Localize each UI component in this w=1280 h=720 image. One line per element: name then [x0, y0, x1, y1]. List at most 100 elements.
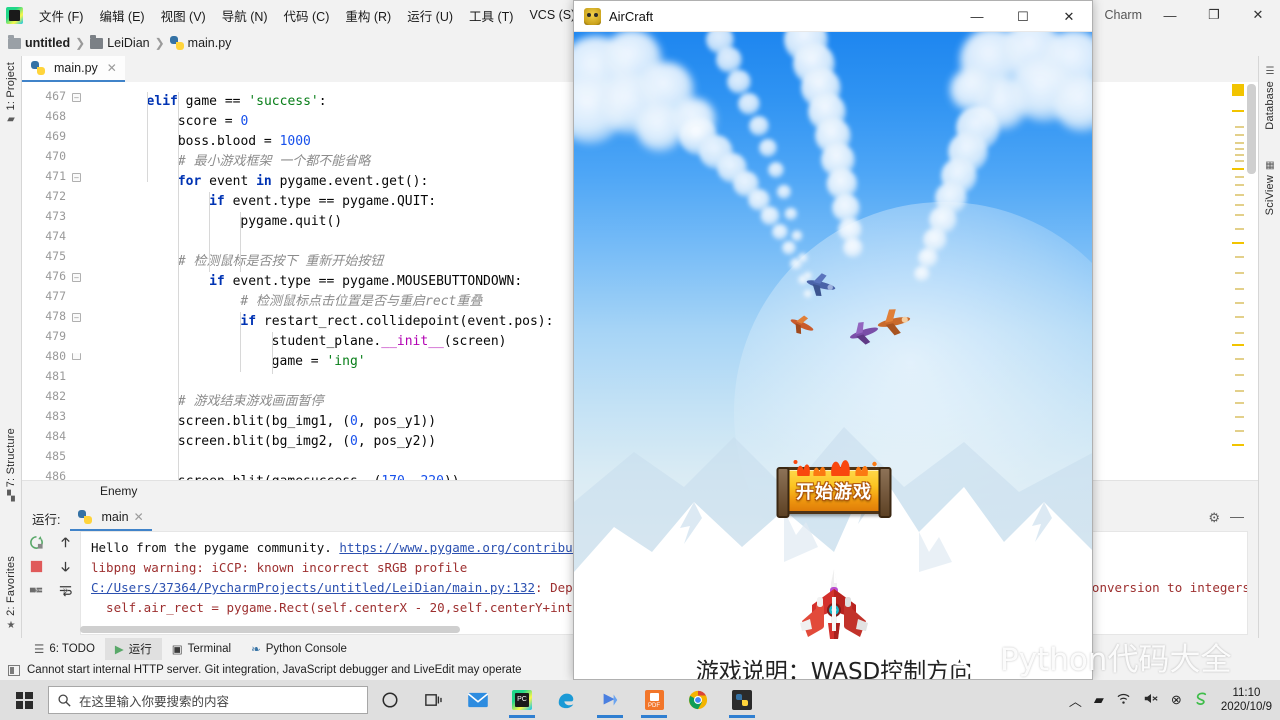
ide-window-controls: Charm — ❐ ✕	[1104, 0, 1280, 30]
search-input[interactable]: 在这里输入你要搜索的内容	[48, 686, 368, 714]
up-arrow-icon[interactable]	[58, 535, 73, 550]
run-tab-close-icon[interactable]: ✕	[134, 510, 144, 524]
run-toolbar-more-icon[interactable]: »	[34, 585, 40, 596]
code-line[interactable]: screen.blit(bg_img1, (0, pos_y1))	[84, 412, 436, 432]
task-view-icon[interactable]	[412, 680, 456, 720]
menu-code[interactable]: 代码 (C)	[276, 4, 338, 27]
game-close-button[interactable]: ✕	[1046, 1, 1092, 32]
show-hidden-icons-icon[interactable]: ︿	[1069, 691, 1082, 710]
tab-main-py[interactable]: main.py ✕	[22, 56, 125, 82]
wifi-icon[interactable]	[1116, 692, 1131, 708]
windows-start-icon[interactable]	[0, 680, 48, 720]
code-fold-toggle-icon[interactable]: –	[72, 273, 81, 282]
line-number: 475	[45, 249, 66, 263]
menu-file[interactable]: 文件 (F)	[31, 4, 91, 27]
tab-close-icon[interactable]: ✕	[107, 61, 117, 75]
breadcrumb-item-folder[interactable]: LeiDian	[90, 34, 150, 50]
warning-indicator[interactable]	[1232, 84, 1244, 96]
sidebar-item-project-label: 1: Project	[5, 62, 17, 111]
down-arrow-icon[interactable]	[58, 559, 73, 574]
start-game-button[interactable]: 开始游戏	[776, 460, 892, 518]
sidebar-item-sciview[interactable]: ▦ SciView	[1259, 156, 1280, 215]
code-line[interactable]: boss.blood = 1000	[84, 132, 311, 152]
ide-maximize-button[interactable]: ❐	[1192, 0, 1236, 30]
editor-marker-bar[interactable]	[1232, 82, 1244, 480]
bottom-tab-python-console[interactable]: ❧ Python Console	[241, 639, 357, 659]
sogou-ime-icon[interactable]	[1194, 691, 1209, 709]
console-horizontal-scrollbar[interactable]	[80, 626, 460, 633]
breadcrumb-item-project[interactable]: untitled	[8, 34, 71, 50]
console-line[interactable]: Hello from the pygame community. https:/…	[91, 538, 625, 558]
code-line[interactable]: for event in pygame.event.get():	[84, 172, 428, 192]
line-number: 482	[45, 389, 66, 403]
volume-muted-icon[interactable]	[1143, 692, 1159, 708]
breadcrumb-item-file[interactable]: main.py	[169, 36, 231, 50]
code-line[interactable]: if restart_rect.collidepoint(event.pos):	[84, 312, 553, 332]
code-fold-toggle-icon[interactable]	[72, 353, 81, 360]
run-toolbar-more-icon-2[interactable]: »	[63, 585, 69, 596]
menu-tools[interactable]: 工具 (T)	[461, 4, 521, 27]
game-minimize-button[interactable]: —	[954, 1, 1000, 32]
folder-icon	[8, 34, 21, 49]
menu-navigate[interactable]: 导航 (N)	[214, 4, 276, 27]
run-window-minimize-icon[interactable]: —	[1230, 508, 1244, 524]
menu-view[interactable]: 视图 (V)	[153, 4, 214, 27]
stop-icon[interactable]	[29, 559, 44, 574]
bottom-tab-run[interactable]: ▶ 运行	[104, 638, 162, 660]
game-canvas[interactable]: 开始游戏 游戏说明：WASD控制方向	[574, 32, 1092, 679]
kugou-icon[interactable]	[588, 680, 632, 720]
code-line[interactable]: if event.type == pygame.MOUSEBUTTONDOWN:	[84, 272, 522, 292]
sidebar-item-structure[interactable]: 7: Structure ▚	[0, 428, 22, 502]
code-line[interactable]: screen.blit(gamesuccess, (170, 220))	[84, 472, 460, 480]
rerun-icon[interactable]	[29, 535, 44, 550]
pycharm-icon[interactable]: PC	[500, 680, 544, 720]
menu-edit[interactable]: 编辑 (E)	[91, 4, 152, 27]
code-line[interactable]: screen.blit(bg_img2, (0, pos_y2))	[84, 432, 436, 452]
code-line[interactable]: student_plane.__init__(screen)	[84, 332, 507, 352]
console-line[interactable]: self.air_rect = pygame.Rect(self.centerX…	[91, 598, 655, 618]
console-line[interactable]: libpng warning: iCCP: known incorrect sR…	[91, 558, 467, 578]
marker-tick	[1235, 134, 1244, 136]
marker-tick	[1232, 242, 1244, 244]
battery-icon[interactable]: ▰	[1094, 692, 1104, 708]
code-line[interactable]: game = 'ing'	[84, 352, 366, 372]
sidebar-item-favorites[interactable]: 2: Favorites ★	[0, 556, 22, 631]
code-line[interactable]: # 最小游戏框架 一个都不能省略	[84, 152, 370, 172]
code-fold-toggle-icon[interactable]: –	[72, 313, 81, 322]
cortana-icon[interactable]	[368, 680, 412, 720]
console-link[interactable]: C:/Users/37364/PycharmProjects/untitled/…	[91, 580, 535, 595]
editor-gutter[interactable]: 467–468 469 470 471–472 473 474 475 476–477 478–…	[22, 82, 84, 480]
edge-icon[interactable]	[544, 680, 588, 720]
code-fold-toggle-icon[interactable]: –	[72, 93, 81, 102]
python-editor-icon[interactable]	[720, 680, 764, 720]
code-line[interactable]: # 游戏结束游戏画面暂停	[84, 392, 324, 412]
editor-vertical-scrollbar[interactable]	[1247, 84, 1256, 174]
action-center-icon[interactable]: ⊗	[1171, 692, 1182, 708]
menu-refactor[interactable]: 重构 (R)	[337, 4, 399, 27]
menu-run[interactable]: 运行 (U)	[399, 4, 461, 27]
mail-icon[interactable]	[456, 680, 500, 720]
code-line[interactable]: pygame.quit()	[84, 212, 342, 232]
ide-minimize-button[interactable]: —	[1148, 0, 1192, 30]
bottom-tab-terminal[interactable]: ▣ Terminal	[162, 639, 241, 659]
game-title-bar[interactable]: AirCraft — ☐ ✕	[574, 1, 1092, 32]
structure-icon: ▚	[7, 491, 15, 503]
code-line[interactable]: score = 0	[84, 112, 248, 132]
sidebar-item-project[interactable]: 1: Project ▰	[0, 62, 22, 125]
code-line[interactable]: # 检测鼠标点击位置是否与重启rect重叠	[84, 292, 482, 312]
ide-close-button[interactable]: ✕	[1236, 0, 1280, 30]
code-line[interactable]: if event.type == pygame.QUIT:	[84, 192, 436, 212]
game-maximize-button[interactable]: ☐	[1000, 1, 1046, 32]
sidebar-item-database[interactable]: ☰ Database	[1259, 62, 1280, 130]
run-tab-main[interactable]: main ✕	[70, 505, 152, 531]
code-line[interactable]: # 检测鼠标是否按下 重新开始按钮	[84, 252, 383, 272]
chrome-icon[interactable]	[676, 680, 720, 720]
gear-icon[interactable]: ⚙	[1208, 510, 1220, 526]
aircraft-game-window[interactable]: AirCraft — ☐ ✕ 开始游戏 游戏说明：WASD控制方向	[573, 0, 1093, 680]
bottom-tab-todo[interactable]: ☰ 6: TODO	[24, 639, 105, 659]
code-line[interactable]: elif game == 'success':	[84, 92, 327, 112]
code-fold-toggle-icon[interactable]: –	[72, 173, 81, 182]
pdf-icon[interactable]: PDF	[632, 680, 676, 720]
breadcrumb-label-project: untitled	[25, 36, 71, 50]
taskbar-clock[interactable]: 11:10 2020/10/9	[1221, 686, 1272, 714]
